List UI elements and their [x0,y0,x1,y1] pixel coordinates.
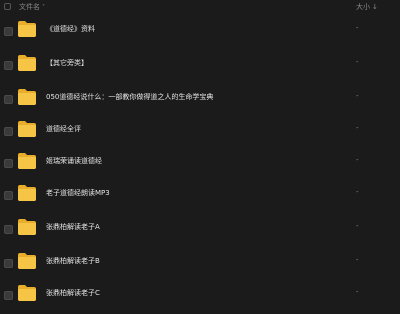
size-column-label: 大小 [356,3,370,11]
file-name[interactable]: 张鼎柏解读老子B [46,256,100,266]
file-row[interactable]: 道德经全评 - [0,118,400,150]
row-checkbox[interactable] [4,159,13,168]
file-size: - [356,288,359,296]
file-name[interactable]: 道德经全评 [46,124,81,134]
file-size: - [356,156,359,164]
file-size: - [356,188,359,196]
file-name[interactable]: 姬瑞荣诵读道德经 [46,156,102,166]
sort-by-name-header[interactable]: 文件名 ˅ [19,2,45,12]
file-row[interactable]: 老子道德经朗读MP3 - [0,182,400,214]
name-column-label: 文件名 [19,3,40,11]
folder-icon [17,54,37,72]
file-row[interactable]: 《道德经》资料 - [0,18,400,50]
file-size: - [356,256,359,264]
file-name[interactable]: 张鼎柏解读老子A [46,222,100,232]
file-row[interactable]: 张鼎柏解读老子B - [0,250,400,282]
row-checkbox[interactable] [4,61,13,70]
file-row[interactable]: 050道德经说什么：一部教你做得道之人的生命学宝典 - [0,86,400,118]
folder-icon [17,88,37,106]
file-size: - [356,124,359,132]
folder-icon [17,184,37,202]
file-name[interactable]: 老子道德经朗读MP3 [46,188,110,198]
sort-by-size-header[interactable]: 大小 ↓ [356,2,378,12]
row-checkbox[interactable] [4,191,13,200]
file-name[interactable]: 张鼎柏解读老子C [46,288,100,298]
folder-icon [17,252,37,270]
file-size: - [356,92,359,100]
file-size: - [356,24,359,32]
column-header: 文件名 ˅ 大小 ↓ [0,0,400,14]
folder-icon [17,218,37,236]
row-checkbox[interactable] [4,127,13,136]
chevron-down-icon: ˅ [42,3,45,11]
file-name[interactable]: 【其它旁类】 [46,58,88,68]
select-all-checkbox[interactable] [4,3,11,10]
folder-icon [17,120,37,138]
row-checkbox[interactable] [4,259,13,268]
file-row[interactable]: 张鼎柏解读老子A - [0,216,400,248]
file-row[interactable]: 姬瑞荣诵读道德经 - [0,150,400,182]
row-checkbox[interactable] [4,225,13,234]
row-checkbox[interactable] [4,27,13,36]
file-name[interactable]: 《道德经》资料 [46,24,95,34]
file-name[interactable]: 050道德经说什么：一部教你做得道之人的生命学宝典 [46,92,213,102]
file-size: - [356,222,359,230]
folder-icon [17,152,37,170]
file-row[interactable]: 【其它旁类】 - [0,52,400,84]
folder-icon [17,284,37,302]
row-checkbox[interactable] [4,95,13,104]
file-size: - [356,58,359,66]
folder-icon [17,20,37,38]
sort-arrow-icon: ↓ [372,3,378,11]
file-row[interactable]: 张鼎柏解读老子C - [0,282,400,314]
